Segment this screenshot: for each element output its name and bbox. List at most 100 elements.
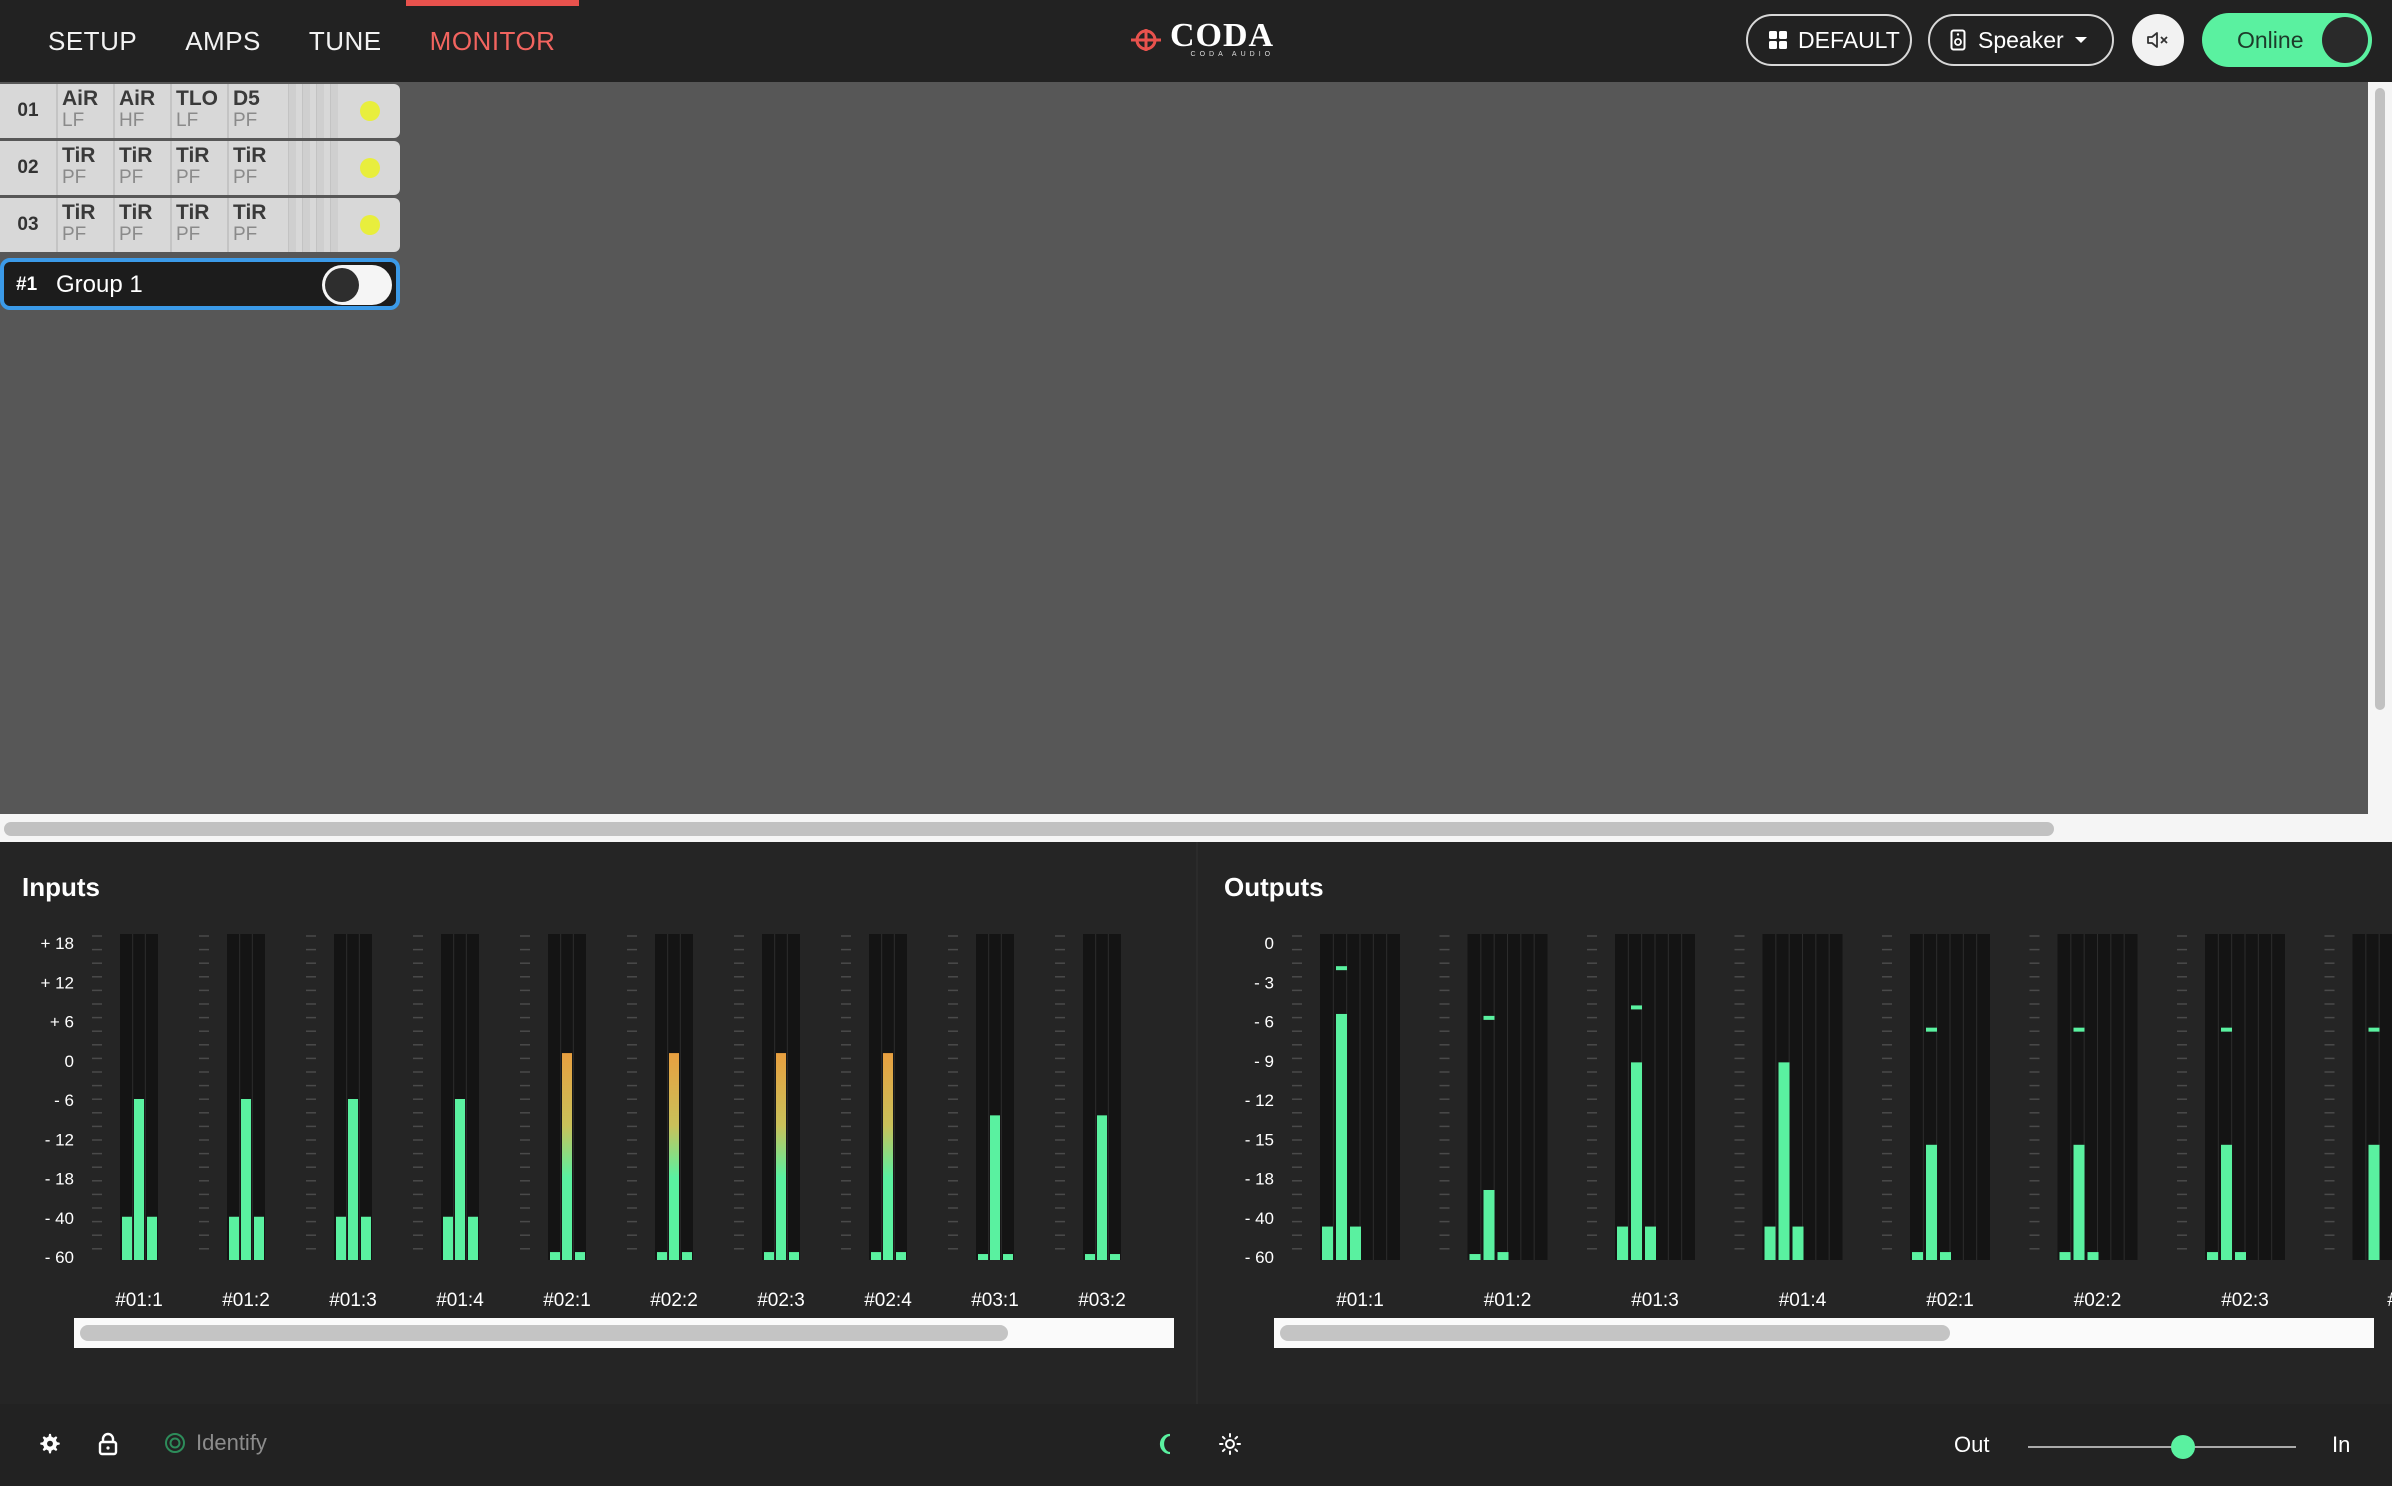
- channel-type: PF: [233, 224, 258, 245]
- amp-channel[interactable]: TiR PF: [227, 141, 284, 195]
- meter-channel-label: #: [2387, 1290, 2392, 1311]
- amp-row[interactable]: 02 TiR PF TiR PF TiR PF TiR PF: [0, 141, 400, 195]
- meter-channel-label: #02:1: [543, 1290, 591, 1311]
- online-toggle-knob: [2322, 17, 2368, 63]
- meter-sub-bar: [871, 1252, 881, 1260]
- meter-sub-bar: [682, 1252, 692, 1260]
- meter-peak-marker: [1631, 1005, 1642, 1010]
- meter-sub-bar: [789, 1252, 799, 1260]
- tab-monitor[interactable]: MONITOR: [405, 0, 580, 82]
- amp-channel[interactable]: TiR PF: [113, 198, 170, 252]
- meter-sub-bar: [764, 1252, 774, 1260]
- amp-channel[interactable]: TiR PF: [227, 198, 284, 252]
- scale-tick-label: - 60: [45, 1248, 74, 1267]
- speaker-dropdown[interactable]: Speaker: [1928, 14, 2114, 66]
- meter-channel-label: #01:4: [436, 1290, 484, 1311]
- meter-sub-bar: [122, 1216, 132, 1260]
- target-icon: [164, 1432, 186, 1454]
- meter-sub-bar: [1645, 1226, 1656, 1260]
- default-button[interactable]: DEFAULT: [1746, 14, 1912, 66]
- scale-tick-label: + 18: [40, 934, 74, 953]
- meter-sub-bar: [1912, 1252, 1923, 1260]
- meter-level-bar: [348, 1099, 358, 1260]
- online-toggle[interactable]: Online: [2202, 13, 2372, 67]
- amp-status-led: [360, 101, 380, 121]
- scale-tick-label: - 6: [1254, 1013, 1274, 1032]
- scale-tick-label: - 3: [1254, 973, 1274, 992]
- inputs-scroll-thumb[interactable]: [80, 1325, 1008, 1341]
- amp-channel[interactable]: TiR PF: [170, 141, 227, 195]
- out-in-slider[interactable]: [2028, 1446, 2296, 1448]
- tab-tune[interactable]: TUNE: [285, 0, 406, 82]
- meter-level-bar: [669, 1053, 679, 1260]
- amp-channel[interactable]: D5 PF: [227, 84, 284, 138]
- scale-tick-label: - 18: [45, 1170, 74, 1189]
- meter-channel-label: #03:2: [1078, 1290, 1126, 1311]
- meter-level-bar: [1926, 1144, 1937, 1260]
- scale-tick-label: - 60: [1245, 1248, 1274, 1267]
- amp-number: 01: [17, 100, 39, 121]
- inputs-panel: Inputs + 18 + 12 + 60- 6- 12- 18- 40- 60 #0…: [0, 842, 1196, 1404]
- channel-type: PF: [233, 110, 258, 131]
- identify-button[interactable]: Identify: [164, 1430, 267, 1456]
- outputs-scroll-thumb[interactable]: [1280, 1325, 1950, 1341]
- amp-channel[interactable]: TiR PF: [56, 198, 113, 252]
- moon-icon[interactable]: [1152, 1430, 1180, 1458]
- amp-channel[interactable]: TiR PF: [113, 141, 170, 195]
- scale-tick-label: - 9: [1254, 1052, 1274, 1071]
- amp-channel[interactable]: TLO LF: [170, 84, 227, 138]
- meter-sub-bar: [254, 1216, 264, 1260]
- meter-channel-label: #01:1: [115, 1290, 163, 1311]
- meter-level-bar: [1778, 1062, 1790, 1260]
- meter-clip-marker: [883, 1053, 893, 1057]
- sun-icon[interactable]: [1216, 1430, 1244, 1458]
- meter-sub-bar: [1792, 1226, 1804, 1260]
- meter-sub-bar: [1003, 1254, 1013, 1260]
- group-number: #1: [16, 274, 38, 295]
- amp-channel[interactable]: TiR PF: [170, 198, 227, 252]
- meter-sub-bar: [657, 1252, 667, 1260]
- scale-tick-label: - 12: [1245, 1091, 1274, 1110]
- scale-tick-label: - 6: [54, 1091, 74, 1110]
- meter-channel-label: #02:2: [650, 1290, 698, 1311]
- meter-sub-bar: [1764, 1226, 1776, 1260]
- canvas-vertical-scroll-thumb[interactable]: [2375, 88, 2385, 710]
- amp-channel[interactable]: AiR HF: [113, 84, 170, 138]
- lock-icon[interactable]: [94, 1430, 122, 1458]
- scale-tick-label: - 18: [1245, 1170, 1274, 1189]
- meter-sub-bar: [1617, 1226, 1628, 1260]
- meter-sub-bar: [2235, 1252, 2246, 1260]
- meter-sub-bar: [336, 1216, 346, 1260]
- meter-channel-label: #01:2: [1484, 1290, 1532, 1311]
- meter-sub-bar: [1497, 1252, 1509, 1260]
- meter-sub-bar: [468, 1216, 478, 1260]
- slider-in-label: In: [2332, 1432, 2351, 1457]
- gear-icon[interactable]: [36, 1430, 64, 1458]
- amp-stripes: [284, 141, 342, 195]
- meter-sub-bar: [1110, 1254, 1120, 1260]
- tab-setup[interactable]: SETUP: [24, 0, 161, 82]
- canvas-horizontal-scroll-thumb[interactable]: [4, 822, 2054, 836]
- caret-down-icon: [2074, 35, 2088, 45]
- amp-status-led: [360, 158, 380, 178]
- amp-channel[interactable]: TiR PF: [56, 141, 113, 195]
- tab-amps[interactable]: AMPS: [161, 0, 285, 82]
- meter-channel-label: #02:3: [757, 1290, 805, 1311]
- channel-model: TiR: [233, 144, 267, 167]
- amp-row[interactable]: 03 TiR PF TiR PF TiR PF TiR PF: [0, 198, 400, 252]
- channel-model: TiR: [119, 201, 153, 224]
- meter-channel-label: #01:3: [329, 1290, 377, 1311]
- out-in-slider-handle[interactable]: [2171, 1435, 2196, 1459]
- mute-button[interactable]: [2132, 14, 2184, 66]
- amp-channel[interactable]: AiR LF: [56, 84, 113, 138]
- channel-type: PF: [119, 167, 144, 188]
- meter-level-bar: [562, 1053, 572, 1260]
- amp-status-led: [360, 215, 380, 235]
- scale-tick-label: - 40: [45, 1209, 74, 1228]
- meter-channel-label: #03:1: [971, 1290, 1019, 1311]
- amp-row[interactable]: 01 AiR LF AiR HF TLO LF D5 PF: [0, 84, 400, 138]
- group-toggle[interactable]: [322, 265, 392, 305]
- meter-sub-bar: [443, 1216, 453, 1260]
- scale-tick-label: - 40: [1245, 1209, 1274, 1228]
- group-item[interactable]: #1 Group 1: [0, 258, 400, 310]
